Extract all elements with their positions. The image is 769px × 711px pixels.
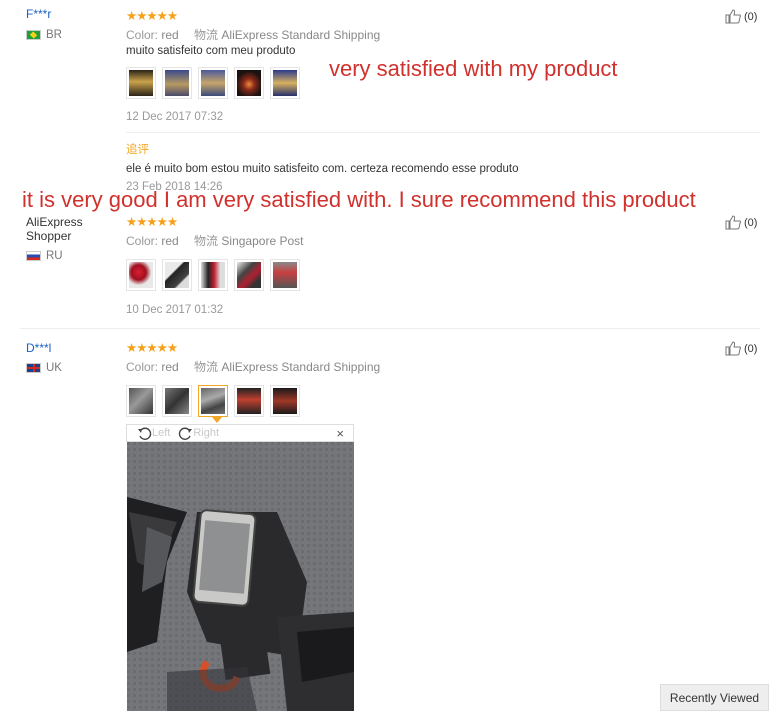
review-photo-thumbnail[interactable]	[126, 259, 156, 291]
review-photo-thumbnail[interactable]	[198, 259, 228, 291]
review-photo-thumbnail[interactable]	[126, 67, 156, 99]
helpful-count: (0)	[744, 342, 758, 355]
review-photo-enlarged	[127, 442, 354, 711]
review-photo-thumbnail[interactable]	[270, 259, 300, 291]
thumbs-up-icon	[725, 215, 741, 230]
shipping-label: 物流	[194, 234, 219, 248]
review-photo-thumbnail[interactable]	[162, 385, 192, 417]
helpful-count: (0)	[744, 10, 758, 23]
review-photo-thumbnail[interactable]	[234, 385, 264, 417]
review-date: 10 Dec 2017 01:32	[126, 304, 224, 316]
color-value: red	[161, 360, 179, 374]
color-label: Color:	[126, 28, 159, 42]
color-value: red	[161, 28, 179, 42]
review-photo-thumbnail[interactable]	[270, 67, 300, 99]
reviewer-country: UK	[26, 362, 62, 374]
color-label: Color:	[126, 360, 159, 374]
review-photo-thumbnail[interactable]	[162, 259, 192, 291]
rotate-right-button[interactable]: Right	[178, 426, 219, 441]
review-attributes: Color: red 物流 AliExpress Standard Shippi…	[126, 26, 380, 43]
reviewer-name-line2: Shopper	[26, 229, 72, 243]
shipping-value: AliExpress Standard Shipping	[221, 360, 381, 374]
reviewer-name[interactable]: D***l	[26, 341, 51, 355]
translation-overlay-2: it is very good I am very satisfied with…	[22, 187, 696, 212]
helpful-button[interactable]: (0)	[725, 215, 757, 230]
review-photo-thumbnail[interactable]	[234, 259, 264, 291]
close-viewer-button[interactable]: ×	[336, 426, 344, 441]
brazil-flag-icon	[26, 30, 41, 40]
divider	[20, 328, 760, 329]
review-photo-thumbnail[interactable]	[198, 67, 228, 99]
review-date: 12 Dec 2017 07:32	[126, 111, 224, 123]
rotate-right-icon	[179, 427, 193, 440]
shipping-value: AliExpress Standard Shipping	[221, 28, 381, 42]
helpful-button[interactable]: (0)	[725, 9, 757, 24]
phone-unboxing-photo	[127, 442, 354, 711]
helpful-count: (0)	[744, 216, 758, 229]
uk-flag-icon	[26, 363, 41, 373]
rotate-left-icon	[138, 427, 152, 440]
review-attributes: Color: red 物流 Singapore Post	[126, 232, 303, 249]
review-attributes: Color: red 物流 AliExpress Standard Shippi…	[126, 358, 380, 375]
thumbs-up-icon	[725, 9, 741, 24]
shipping-value: Singapore Post	[221, 234, 304, 248]
review-photo-thumbnail[interactable]	[126, 385, 156, 417]
star-rating: ★★★★★	[126, 215, 178, 229]
thumbs-up-icon	[725, 341, 741, 356]
country-code: RU	[46, 250, 63, 262]
helpful-button[interactable]: (0)	[725, 341, 757, 356]
review-text: muito satisfeito com meu produto	[126, 45, 296, 57]
reviewer-name-line1: AliExpress	[26, 215, 83, 229]
reviewer-name[interactable]: F***r	[26, 7, 51, 21]
rotate-right-label: Right	[193, 427, 220, 439]
translation-overlay-1: very satisfied with my product	[329, 56, 618, 81]
recently-viewed-button[interactable]: Recently Viewed	[660, 684, 769, 711]
rotate-left-label: Left	[152, 427, 171, 439]
review-photo-thumbnail[interactable]	[162, 67, 192, 99]
reviewer-country: BR	[26, 29, 62, 41]
country-code: UK	[46, 362, 62, 374]
color-value: red	[161, 234, 179, 248]
additional-review-label: 追评	[126, 144, 149, 156]
review-photo-thumbnail-selected[interactable]	[198, 385, 228, 417]
divider	[126, 132, 760, 133]
review-photos	[126, 385, 300, 417]
selected-indicator-arrow	[212, 417, 222, 423]
review-photo-thumbnail[interactable]	[234, 67, 264, 99]
color-label: Color:	[126, 234, 159, 248]
country-code: BR	[46, 29, 62, 41]
reviewer-country: RU	[26, 250, 63, 262]
shipping-label: 物流	[194, 360, 219, 374]
reviewer-name[interactable]: AliExpress Shopper	[26, 215, 83, 243]
review-photos	[126, 67, 300, 99]
additional-review-text: ele é muito bom estou muito satisfeito c…	[126, 163, 519, 175]
image-viewer-toolbar: Left Right ×	[126, 424, 354, 442]
review-photos	[126, 259, 300, 291]
shipping-label: 物流	[194, 28, 219, 42]
star-rating: ★★★★★	[126, 9, 178, 23]
russia-flag-icon	[26, 251, 41, 261]
star-rating: ★★★★★	[126, 341, 178, 355]
review-photo-thumbnail[interactable]	[270, 385, 300, 417]
rotate-left-button[interactable]: Left	[137, 426, 170, 441]
